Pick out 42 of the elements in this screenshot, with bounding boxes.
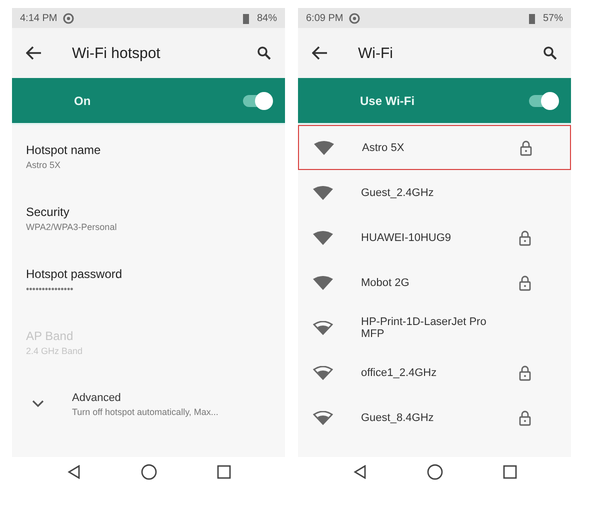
setting-title[interactable]: Hotspot name	[26, 142, 271, 156]
setting-title[interactable]: Hotspot password	[26, 266, 271, 280]
status-time: 6:09 PM	[306, 12, 344, 24]
network-name[interactable]: HP-Print-1D-LaserJet Pro MFP	[361, 316, 491, 340]
search-icon[interactable]	[257, 46, 271, 60]
master-switch-bar[interactable]: Use Wi-Fi	[298, 78, 571, 123]
home-nav-icon[interactable]	[140, 464, 156, 480]
master-switch-bar[interactable]: On	[12, 78, 285, 123]
search-icon[interactable]	[543, 46, 557, 60]
network-name[interactable]: office1_2.4GHz	[361, 366, 491, 378]
recents-nav-icon[interactable]	[216, 465, 230, 479]
battery-icon	[526, 12, 537, 24]
battery-icon	[240, 12, 251, 24]
setting-title[interactable]: Advanced	[72, 392, 218, 404]
network-name[interactable]: Guest_8.4GHz	[361, 412, 491, 424]
back-icon[interactable]	[312, 46, 328, 60]
back-nav-icon[interactable]	[66, 465, 80, 479]
battery-level: 84%	[256, 12, 277, 24]
back-icon[interactable]	[26, 46, 42, 60]
battery-level: 57%	[542, 12, 563, 24]
network-name[interactable]: HUAWEI-10HUG9	[361, 232, 491, 244]
switch-label: Use Wi-Fi	[360, 94, 416, 108]
setting-value: Astro 5X	[26, 160, 62, 170]
recents-nav-icon[interactable]	[502, 465, 516, 479]
setting-value: •••••••••••••••	[26, 284, 74, 294]
notification-icon	[349, 12, 360, 24]
setting-title[interactable]: Security	[26, 204, 271, 218]
network-name[interactable]: Mobot 2G	[361, 276, 491, 288]
toggle-switch[interactable]	[243, 94, 271, 106]
toggle-switch[interactable]	[529, 94, 557, 106]
screen-title: Wi-Fi	[358, 44, 394, 62]
back-nav-icon[interactable]	[352, 465, 366, 479]
home-nav-icon[interactable]	[426, 464, 442, 480]
screen-title: Wi-Fi hotspot	[72, 44, 162, 62]
switch-label: On	[74, 94, 92, 108]
status-time: 4:14 PM	[20, 12, 58, 24]
chevron-down-icon[interactable]	[32, 400, 44, 408]
notification-icon	[63, 12, 74, 24]
network-name[interactable]: Astro 5X	[362, 142, 492, 154]
setting-value: WPA2/WPA3-Personal	[26, 222, 118, 232]
setting-value: Turn off hotspot automatically, Max...	[72, 406, 218, 416]
network-name[interactable]: Guest_2.4GHz	[361, 186, 491, 198]
